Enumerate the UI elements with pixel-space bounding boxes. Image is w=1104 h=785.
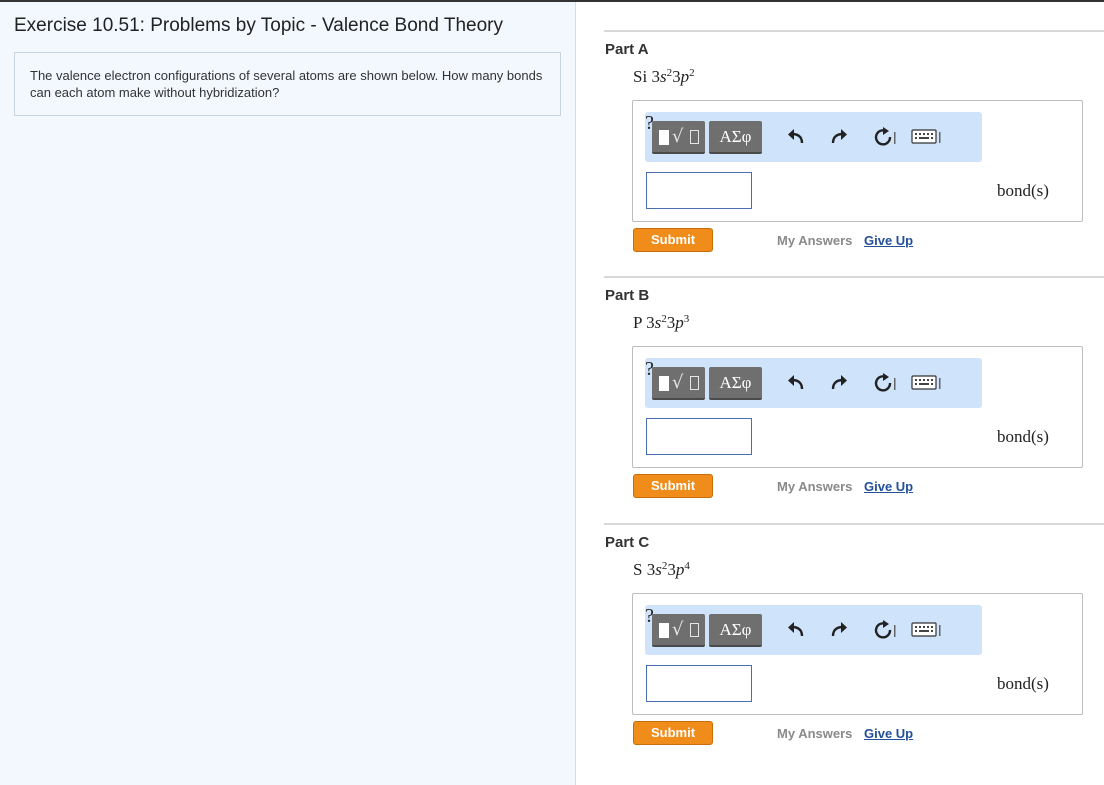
electron-configuration: S 3s23p4 bbox=[633, 560, 690, 580]
submit-button[interactable]: Submit bbox=[633, 474, 713, 498]
orbital-1: 3s2 bbox=[646, 313, 667, 332]
redo-icon[interactable] bbox=[829, 618, 849, 642]
orbital-2: 3p2 bbox=[672, 67, 695, 86]
greek-symbols-button[interactable]: ΑΣφ bbox=[709, 367, 762, 400]
reset-icon[interactable] bbox=[871, 371, 897, 395]
orbital-1: 3s2 bbox=[646, 560, 668, 579]
unit-label: bond(s) bbox=[997, 674, 1049, 693]
unit-label: bond(s) bbox=[997, 181, 1049, 200]
part-b: Part B P 3s23p3 √ ΑΣφ ? bond(s) Submit M… bbox=[577, 276, 1104, 516]
math-toolbar: √ ΑΣφ ? bbox=[645, 605, 982, 655]
part-label: Part A bbox=[605, 41, 649, 58]
undo-icon[interactable] bbox=[786, 125, 806, 149]
part-c: Part C S 3s23p4 √ ΑΣφ ? bond(s) Submit M… bbox=[577, 523, 1104, 763]
part-label: Part B bbox=[605, 287, 650, 304]
answer-box: √ ΑΣφ ? bond(s) bbox=[632, 100, 1083, 222]
answer-box: √ ΑΣφ ? bond(s) bbox=[632, 593, 1083, 715]
my-answers-link[interactable]: My Answers bbox=[777, 479, 852, 494]
keyboard-icon[interactable] bbox=[911, 129, 943, 153]
element-symbol: S bbox=[633, 560, 643, 579]
give-up-link[interactable]: Give Up bbox=[864, 726, 913, 741]
submit-button[interactable]: Submit bbox=[633, 228, 713, 252]
exercise-title: Exercise 10.51: Problems by Topic - Vale… bbox=[14, 15, 503, 36]
math-toolbar: √ ΑΣφ ? bbox=[645, 358, 982, 408]
intro-box: The valence electron configurations of s… bbox=[14, 52, 561, 116]
electron-configuration: Si 3s23p2 bbox=[633, 67, 695, 87]
templates-icon[interactable]: √ bbox=[652, 367, 705, 400]
my-answers-link[interactable]: My Answers bbox=[777, 233, 852, 248]
intro-text: The valence electron configurations of s… bbox=[30, 68, 543, 100]
electron-configuration: P 3s23p3 bbox=[633, 313, 689, 333]
orbital-2: 3p3 bbox=[666, 313, 690, 332]
templates-icon[interactable]: √ bbox=[652, 121, 705, 154]
answer-box: √ ΑΣφ ? bond(s) bbox=[632, 346, 1083, 468]
part-divider bbox=[604, 276, 1104, 278]
part-divider bbox=[604, 30, 1104, 32]
orbital-2: 3p4 bbox=[667, 560, 690, 579]
give-up-link[interactable]: Give Up bbox=[864, 233, 913, 248]
reset-icon[interactable] bbox=[871, 125, 897, 149]
undo-icon[interactable] bbox=[786, 618, 806, 642]
element-symbol: P bbox=[633, 313, 642, 332]
math-toolbar: √ ΑΣφ ? bbox=[645, 112, 982, 162]
keyboard-icon[interactable] bbox=[911, 375, 943, 399]
parts-pane: Part A Si 3s23p2 √ ΑΣφ ? bond(s) Submit … bbox=[577, 2, 1104, 785]
reset-icon[interactable] bbox=[871, 618, 897, 642]
orbital-1: 3s2 bbox=[651, 67, 673, 86]
problem-pane: Exercise 10.51: Problems by Topic - Vale… bbox=[0, 2, 576, 785]
redo-icon[interactable] bbox=[829, 371, 849, 395]
part-a: Part A Si 3s23p2 √ ΑΣφ ? bond(s) Submit … bbox=[577, 30, 1104, 270]
unit-label: bond(s) bbox=[997, 427, 1049, 446]
answer-input[interactable] bbox=[646, 418, 752, 455]
undo-icon[interactable] bbox=[786, 371, 806, 395]
my-answers-link[interactable]: My Answers bbox=[777, 726, 852, 741]
greek-symbols-button[interactable]: ΑΣφ bbox=[709, 121, 762, 154]
redo-icon[interactable] bbox=[829, 125, 849, 149]
submit-button[interactable]: Submit bbox=[633, 721, 713, 745]
keyboard-icon[interactable] bbox=[911, 622, 943, 646]
give-up-link[interactable]: Give Up bbox=[864, 479, 913, 494]
answer-input[interactable] bbox=[646, 665, 752, 702]
answer-input[interactable] bbox=[646, 172, 752, 209]
greek-symbols-button[interactable]: ΑΣφ bbox=[709, 614, 762, 647]
part-divider bbox=[604, 523, 1104, 525]
part-label: Part C bbox=[605, 534, 650, 551]
templates-icon[interactable]: √ bbox=[652, 614, 705, 647]
element-symbol: Si bbox=[633, 67, 648, 86]
